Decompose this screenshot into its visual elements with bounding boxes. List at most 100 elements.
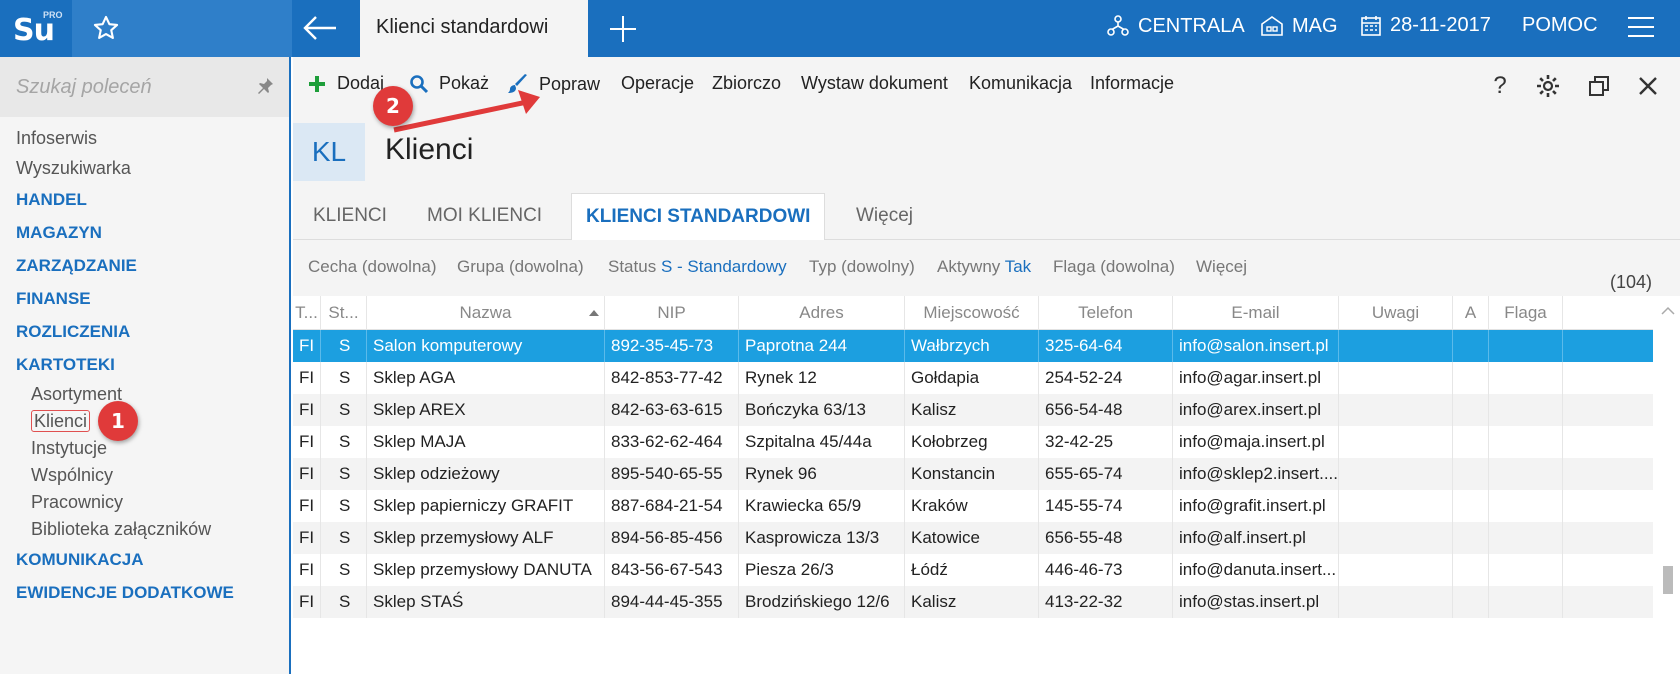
filter-typ[interactable]: Typ (dowolny): [809, 257, 915, 277]
command-search-input[interactable]: [16, 71, 246, 103]
filter-flaga[interactable]: Flaga (dowolna): [1053, 257, 1175, 277]
table-cell: [1489, 330, 1563, 362]
filter-aktywny-value: Tak: [1004, 257, 1032, 276]
filter-grupa[interactable]: Grupa (dowolna): [457, 257, 584, 277]
table-cell: Sklep przemysłowy ALF: [367, 522, 605, 554]
tab-more[interactable]: Więcej: [856, 193, 913, 240]
warehouse-button[interactable]: MAG: [1260, 14, 1338, 38]
module-code-badge: KL: [293, 123, 365, 181]
annotation-arrow: [393, 90, 540, 133]
table-cell: [1489, 490, 1563, 522]
sidebar-item-zarządzanie[interactable]: ZARZĄDZANIE: [0, 249, 289, 282]
pin-icon[interactable]: [256, 77, 274, 95]
tab-moi-klienci[interactable]: MOI KLIENCI: [427, 193, 542, 240]
tab-klienci-standardowi-view[interactable]: KLIENCI STANDARDOWI: [571, 193, 826, 240]
date-button[interactable]: 28-11-2017: [1360, 14, 1491, 37]
column-header[interactable]: Adres: [739, 296, 905, 330]
table-cell: 446-46-73: [1039, 554, 1173, 586]
table-row[interactable]: FI S Sklep przemysłowy DANUTA 843-56-67-543…: [293, 554, 1653, 586]
sidebar-item-pracownicy[interactable]: Pracownicy: [0, 489, 289, 516]
sort-ascending-icon: [589, 310, 599, 316]
table-cell: Konstancin: [905, 458, 1039, 490]
command-search: [0, 57, 289, 117]
column-header[interactable]: Flaga: [1489, 296, 1563, 330]
app-logo[interactable]: Su PRO: [0, 0, 72, 57]
sidebar-item-kartoteki[interactable]: KARTOTEKI: [0, 348, 289, 381]
filter-more[interactable]: Więcej: [1196, 257, 1247, 277]
table-cell: info@danuta.insert...: [1173, 554, 1339, 586]
back-button[interactable]: [300, 12, 352, 44]
sidebar-item-label: Wyszukiwarka: [16, 158, 131, 178]
sidebar-item-instytucje[interactable]: Instytucje: [0, 435, 289, 462]
table-row[interactable]: FI S Sklep STAŚ 894-44-45-355 Brodzińskiego …: [293, 586, 1653, 618]
centrala-button[interactable]: CENTRALA: [1106, 14, 1245, 38]
vertical-scrollbar[interactable]: [1655, 296, 1680, 674]
communication-menu[interactable]: Komunikacja: [969, 73, 1072, 94]
table-cell: Sklep przemysłowy DANUTA: [367, 554, 605, 586]
sidebar-item-komunikacja[interactable]: KOMUNIKACJA: [0, 543, 289, 576]
column-header[interactable]: Nazwa: [367, 296, 605, 330]
table-cell: [1453, 490, 1489, 522]
plus-icon: [610, 16, 636, 42]
column-header[interactable]: NIP: [605, 296, 739, 330]
information-menu[interactable]: Informacje: [1090, 73, 1174, 94]
table-row[interactable]: FI S Sklep MAJA 833-62-62-464 Szpitalna 45/4…: [293, 426, 1653, 458]
sidebar-item-wspólnicy[interactable]: Wspólnicy: [0, 462, 289, 489]
table-row[interactable]: FI S Sklep AGA 842-853-77-42 Rynek 12 Gołdapi…: [293, 362, 1653, 394]
filter-aktywny[interactable]: Aktywny Tak: [937, 257, 1031, 277]
table-cell: [1489, 362, 1563, 394]
table-cell: info@arex.insert.pl: [1173, 394, 1339, 426]
operations-label: Operacje: [621, 73, 695, 93]
sidebar-item-finanse[interactable]: FINANSE: [0, 282, 289, 315]
issue-document-menu[interactable]: Wystaw dokument: [801, 73, 948, 94]
sidebar-item-klienci[interactable]: Klienci: [0, 408, 289, 435]
column-header[interactable]: Uwagi: [1339, 296, 1453, 330]
table-cell: [1339, 362, 1453, 394]
table-cell: [1489, 522, 1563, 554]
column-header[interactable]: St...: [321, 296, 367, 330]
column-header[interactable]: E-mail: [1173, 296, 1339, 330]
restore-window-button[interactable]: [1584, 71, 1614, 101]
column-header[interactable]: A: [1453, 296, 1489, 330]
filter-status[interactable]: Status S - Standardowy: [608, 257, 787, 277]
tab-klienci[interactable]: KLIENCI: [313, 193, 387, 240]
scrollbar-thumb[interactable]: [1663, 566, 1673, 594]
sidebar-item-infoserwis[interactable]: Infoserwis: [0, 123, 289, 153]
sidebar-item-magazyn[interactable]: MAGAZYN: [0, 216, 289, 249]
sidebar-item-rozliczenia[interactable]: ROZLICZENIA: [0, 315, 289, 348]
column-header[interactable]: T...: [293, 296, 321, 330]
mag-label: MAG: [1292, 14, 1338, 37]
bulk-menu[interactable]: Zbiorczo: [712, 73, 781, 94]
main-menu-button[interactable]: [1626, 14, 1662, 42]
close-button[interactable]: [1633, 71, 1663, 101]
help-button[interactable]: POMOC: [1522, 14, 1598, 37]
table-row[interactable]: FI S Sklep odzieżowy 895-540-65-55 Rynek 96 K…: [293, 458, 1653, 490]
help-icon[interactable]: ?: [1485, 71, 1515, 101]
sidebar-item-biblioteka-załączników[interactable]: Biblioteka załączników: [0, 516, 289, 543]
table-cell: info@salon.insert.pl: [1173, 330, 1339, 362]
table-row[interactable]: FI S Sklep AREX 842-63-63-615 Bończyka 63/13…: [293, 394, 1653, 426]
filter-cecha[interactable]: Cecha (dowolna): [308, 257, 437, 277]
tab-klienci-standardowi[interactable]: Klienci standardowi: [360, 0, 588, 57]
main-panel: Dodaj Pokaż Popraw Operacje Zbiorczo Wys…: [293, 57, 1680, 674]
operations-menu[interactable]: Operacje: [621, 73, 694, 94]
table-cell: S: [321, 458, 367, 490]
table-row[interactable]: FI S Sklep przemysłowy ALF 894-56-85-456 Kas…: [293, 522, 1653, 554]
column-header[interactable]: Telefon: [1039, 296, 1173, 330]
sidebar-item-asortyment[interactable]: Asortyment: [0, 381, 289, 408]
favorites-button[interactable]: [72, 0, 292, 57]
add-button[interactable]: Dodaj: [307, 73, 384, 94]
sidebar-item-wyszukiwarka[interactable]: Wyszukiwarka: [0, 153, 289, 183]
column-header[interactable]: Miejscowość: [905, 296, 1039, 330]
record-count: (104): [1609, 272, 1652, 292]
sidebar: Infoserwis Wyszukiwarka HANDEL MAGAZYN ZARZĄ…: [0, 57, 291, 674]
table-cell: [1453, 394, 1489, 426]
table-row[interactable]: FI S Salon komputerowy 892-35-45-73 Paprotna…: [293, 330, 1653, 362]
sidebar-item-handel[interactable]: HANDEL: [0, 183, 289, 216]
new-tab-button[interactable]: [606, 12, 646, 46]
sidebar-item-ewidencje-dodatkowe[interactable]: EWIDENCJE DODATKOWE: [0, 576, 289, 609]
table-cell: info@stas.insert.pl: [1173, 586, 1339, 618]
settings-button[interactable]: [1533, 71, 1563, 101]
table-row[interactable]: FI S Sklep papierniczy GRAFIT 887-684-21-54…: [293, 490, 1653, 522]
table-cell: [1339, 394, 1453, 426]
